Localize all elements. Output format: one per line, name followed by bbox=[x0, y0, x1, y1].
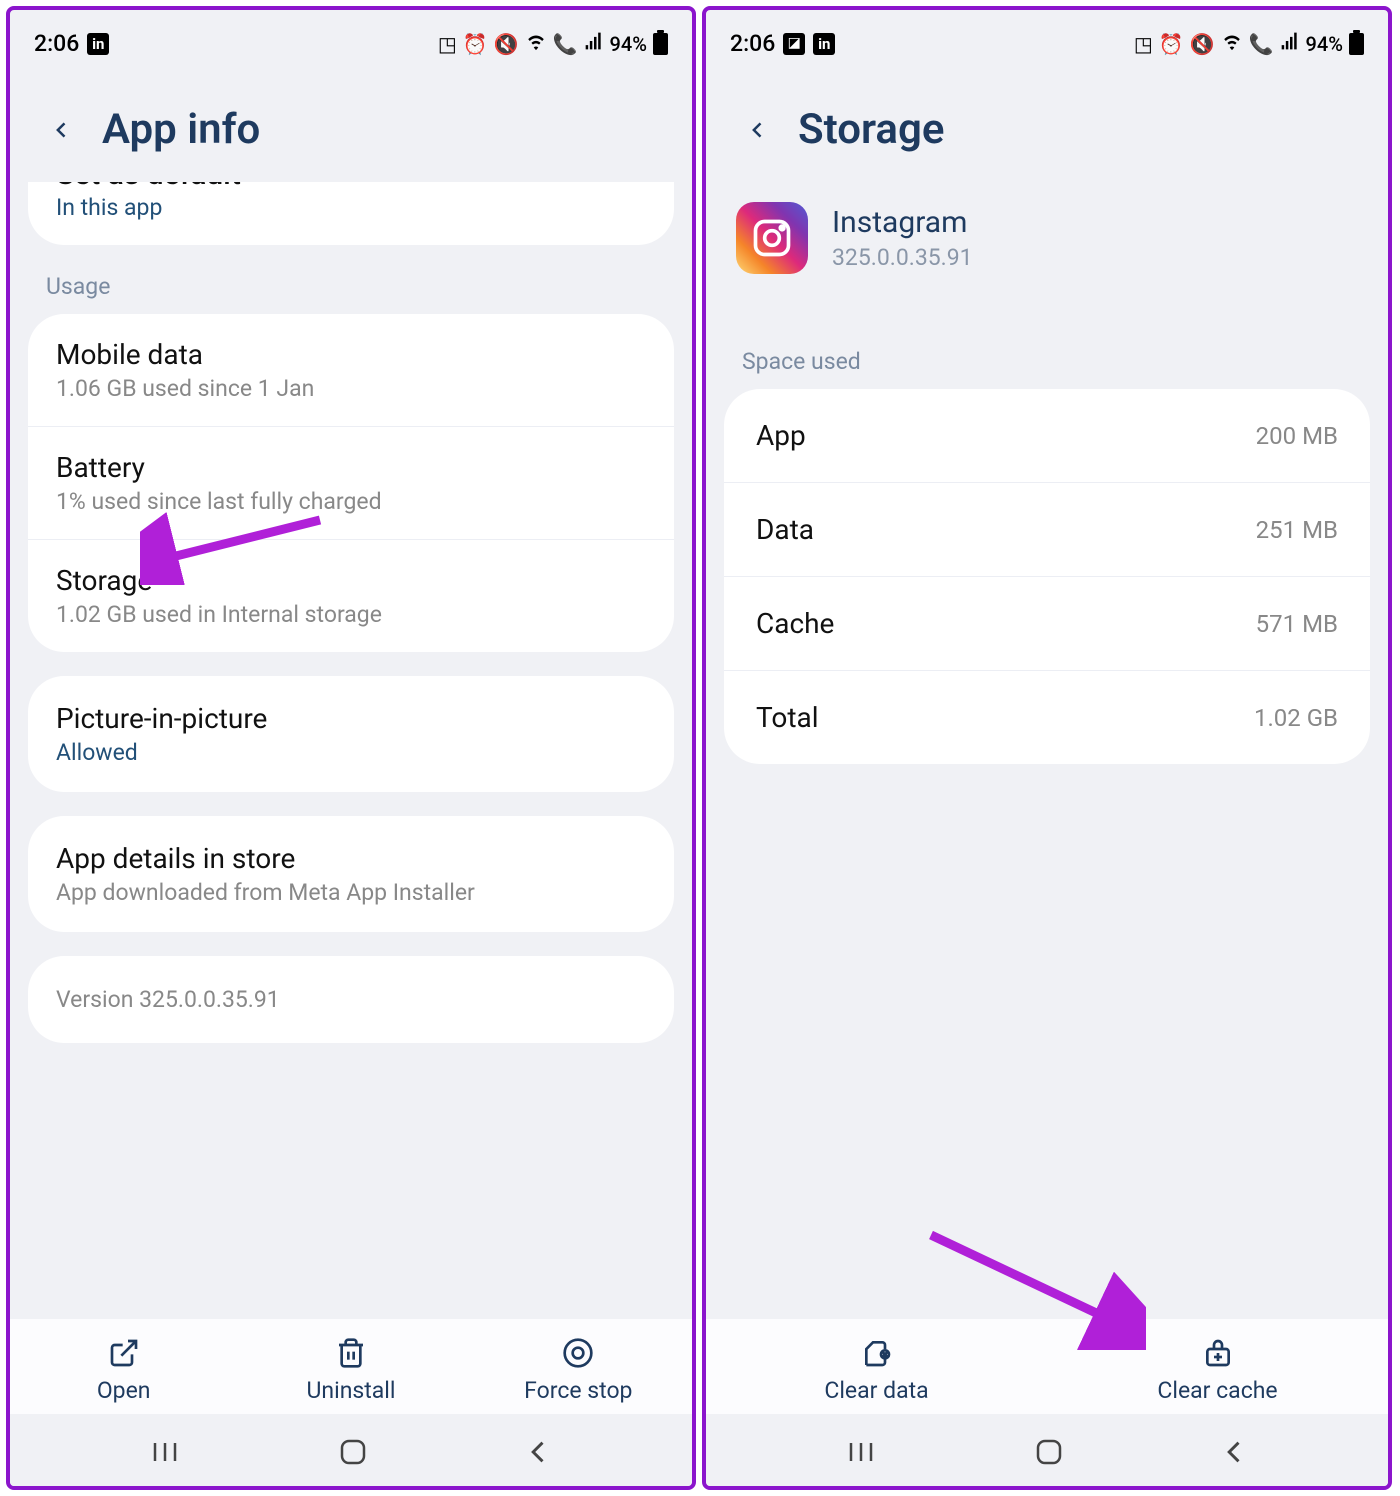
signal-icon bbox=[584, 31, 604, 56]
page-header: Storage bbox=[706, 65, 1388, 182]
storage-item[interactable]: Storage 1.02 GB used in Internal storage bbox=[28, 540, 674, 652]
picture-in-picture-item[interactable]: Picture-in-picture Allowed bbox=[28, 676, 674, 792]
back-button[interactable] bbox=[742, 114, 774, 146]
mute-icon: 🔇 bbox=[494, 32, 519, 56]
version-item: Version 325.0.0.35.91 bbox=[28, 956, 674, 1043]
app-header-row: Instagram 325.0.0.35.91 bbox=[706, 182, 1388, 304]
left-screenshot: 2:06 in ◳ ⏰ 🔇 📞 94% App info Set as def bbox=[6, 6, 696, 1490]
signal-icon bbox=[1280, 31, 1300, 56]
battery-icon bbox=[653, 33, 668, 55]
volte-icon: 📞 bbox=[1249, 32, 1274, 56]
storage-row-app: App 200 MB bbox=[724, 389, 1370, 483]
page-header: App info bbox=[10, 65, 692, 182]
reminder-icon: ◳ bbox=[438, 32, 457, 56]
force-stop-button[interactable]: Force stop bbox=[465, 1337, 692, 1404]
linkedin-icon: in bbox=[813, 33, 835, 55]
clear-cache-button[interactable]: Clear cache bbox=[1047, 1337, 1388, 1404]
status-time: 2:06 bbox=[730, 30, 775, 57]
instagram-icon bbox=[736, 202, 808, 274]
space-used-header: Space used bbox=[706, 344, 1388, 389]
battery-item[interactable]: Battery 1% used since last fully charged bbox=[28, 427, 674, 540]
status-icons-right: ◳ ⏰ 🔇 📞 94% bbox=[1134, 30, 1364, 57]
nav-back-button[interactable] bbox=[525, 1438, 553, 1466]
set-default-sub: In this app bbox=[56, 194, 646, 221]
home-button[interactable] bbox=[339, 1438, 367, 1466]
wifi-icon bbox=[1221, 30, 1243, 57]
storage-row-data: Data 251 MB bbox=[724, 483, 1370, 577]
battery-icon bbox=[1349, 33, 1364, 55]
wifi-icon bbox=[525, 30, 547, 57]
app-version: 325.0.0.35.91 bbox=[832, 244, 973, 271]
status-bar: 2:06 ◪ in ◳ ⏰ 🔇 📞 94% bbox=[706, 10, 1388, 65]
android-nav-bar bbox=[10, 1414, 692, 1486]
open-button[interactable]: Open bbox=[10, 1337, 237, 1404]
space-used-card: App 200 MB Data 251 MB Cache 571 MB Tota… bbox=[724, 389, 1370, 764]
reminder-icon: ◳ bbox=[1134, 32, 1153, 56]
picture-notification-icon: ◪ bbox=[783, 33, 805, 55]
alarm-icon: ⏰ bbox=[1159, 32, 1184, 56]
home-button[interactable] bbox=[1035, 1438, 1063, 1466]
battery-pct: 94% bbox=[1306, 32, 1343, 56]
clear-data-button[interactable]: Clear data bbox=[706, 1337, 1047, 1404]
bottom-action-bar: Open Uninstall Force stop bbox=[10, 1319, 692, 1414]
alarm-icon: ⏰ bbox=[463, 32, 488, 56]
storage-row-cache: Cache 571 MB bbox=[724, 577, 1370, 671]
right-screenshot: 2:06 ◪ in ◳ ⏰ 🔇 📞 94% Storage bbox=[702, 6, 1392, 1490]
status-icons-right: ◳ ⏰ 🔇 📞 94% bbox=[438, 30, 668, 57]
nav-back-button[interactable] bbox=[1221, 1438, 1249, 1466]
set-as-default-item[interactable]: Set as default In this app bbox=[28, 182, 674, 245]
back-button[interactable] bbox=[46, 114, 78, 146]
android-nav-bar bbox=[706, 1414, 1388, 1486]
status-time: 2:06 bbox=[34, 30, 79, 57]
uninstall-button[interactable]: Uninstall bbox=[237, 1337, 464, 1404]
page-title: Storage bbox=[798, 105, 944, 154]
status-bar: 2:06 in ◳ ⏰ 🔇 📞 94% bbox=[10, 10, 692, 65]
linkedin-icon: in bbox=[87, 33, 109, 55]
mobile-data-item[interactable]: Mobile data 1.06 GB used since 1 Jan bbox=[28, 314, 674, 427]
app-details-store-item[interactable]: App details in store App downloaded from… bbox=[28, 816, 674, 932]
storage-row-total: Total 1.02 GB bbox=[724, 671, 1370, 764]
battery-pct: 94% bbox=[610, 32, 647, 56]
app-name: Instagram bbox=[832, 205, 973, 240]
usage-section-header: Usage bbox=[10, 269, 692, 314]
volte-icon: 📞 bbox=[553, 32, 578, 56]
mute-icon: 🔇 bbox=[1190, 32, 1215, 56]
page-title: App info bbox=[102, 105, 260, 154]
bottom-action-bar: Clear data Clear cache bbox=[706, 1319, 1388, 1414]
recents-button[interactable] bbox=[845, 1440, 877, 1464]
recents-button[interactable] bbox=[149, 1440, 181, 1464]
